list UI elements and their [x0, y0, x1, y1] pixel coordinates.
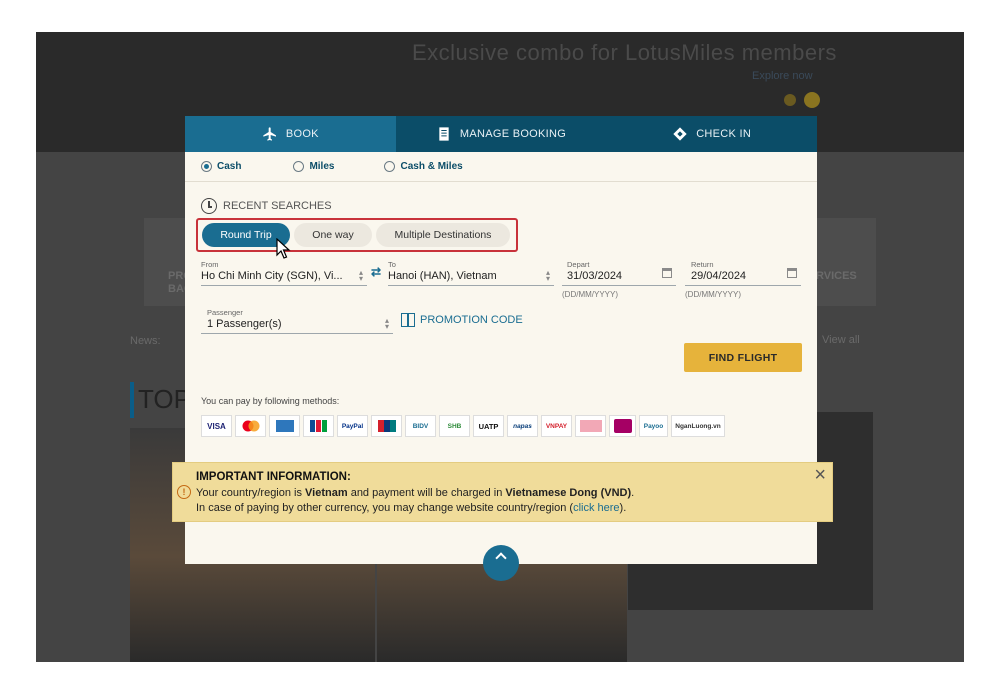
tab-manage-booking[interactable]: MANAGE BOOKING — [396, 116, 607, 152]
radio-label: Cash & Miles — [400, 161, 463, 172]
recent-searches[interactable]: RECENT SEARCHES — [201, 198, 332, 214]
news-label: News: — [130, 335, 161, 347]
swap-icon[interactable]: ⇄ — [371, 265, 381, 279]
booking-tabs: BOOK MANAGE BOOKING CHECK IN — [185, 116, 817, 152]
important-info-banner: × ! IMPORTANT INFORMATION: Your country/… — [172, 462, 833, 522]
vnpay-logo: VNPAY — [541, 415, 572, 437]
from-field[interactable]: From Ho Chi Minh City (SGN), Vi... ▴ ▾ — [201, 260, 367, 286]
trip-multi-destination-button[interactable]: Multiple Destinations — [376, 223, 510, 247]
depart-label: Depart — [567, 260, 590, 269]
promotion-code-link[interactable]: PROMOTION CODE — [401, 313, 523, 327]
gift-icon — [401, 313, 415, 327]
visa-logo: VISA — [201, 415, 232, 437]
updown-arrow-icon: ▴ ▾ — [384, 316, 389, 331]
depart-date-field[interactable]: Depart 31/03/2024 — [562, 260, 676, 286]
payment-cash-radio[interactable]: Cash — [201, 161, 241, 172]
mastercard-logo — [235, 415, 266, 437]
shb-logo: SHB — [439, 415, 470, 437]
notice-text: and payment will be charged in — [347, 487, 506, 499]
document-icon — [439, 127, 449, 141]
updown-arrow-icon: ▴ ▾ — [545, 268, 550, 283]
tab-label: CHECK IN — [696, 128, 752, 140]
radio-unselected-icon — [384, 161, 396, 172]
radio-label: Cash — [217, 161, 242, 172]
to-value: Hanoi (HAN), Vietnam — [388, 270, 497, 282]
tab-book[interactable]: BOOK — [185, 116, 396, 152]
calendar-icon — [787, 268, 797, 278]
payment-type-selector: Cash Miles Cash & Miles — [185, 152, 817, 182]
tab-check-in[interactable]: CHECK IN — [606, 116, 817, 152]
view-all-link: View all — [822, 334, 860, 346]
jcb-logo — [303, 415, 334, 437]
payment-methods-label: You can pay by following methods: — [201, 396, 340, 406]
return-format-hint: (DD/MM/YYYY) — [685, 290, 741, 299]
notice-text: Your country/region is — [196, 487, 306, 499]
calendar-icon — [662, 268, 672, 278]
amex-logo — [269, 415, 300, 437]
tab-label: MANAGE BOOKING — [459, 128, 567, 140]
change-region-link[interactable]: click here — [573, 502, 619, 514]
to-field[interactable]: To Hanoi (HAN), Vietnam ▴ ▾ — [388, 260, 554, 286]
trip-type-selector: Round Trip One way Multiple Destinations — [196, 218, 518, 252]
notice-text: In case of paying by other currency, you… — [196, 502, 574, 514]
return-label: Return — [691, 260, 714, 269]
hero-headline: Exclusive combo for LotusMiles members — [412, 40, 837, 65]
updown-arrow-icon: ▴ ▾ — [358, 268, 363, 283]
radio-label: Miles — [309, 161, 335, 172]
napas-logo: napas — [507, 415, 538, 437]
uatp-logo: UATP — [473, 415, 504, 437]
radio-unselected-icon — [293, 161, 305, 172]
notice-line-2: In case of paying by other currency, you… — [196, 502, 626, 514]
close-icon[interactable]: × — [814, 465, 826, 485]
bidv-logo: BIDV — [405, 415, 436, 437]
unionpay-logo — [371, 415, 402, 437]
clock-icon — [201, 198, 217, 214]
payment-miles-radio[interactable]: Miles — [293, 161, 334, 172]
paypal-logo: PayPal — [337, 415, 368, 437]
to-label: To — [388, 260, 396, 269]
find-flight-button[interactable]: FIND FLIGHT — [684, 343, 802, 372]
section-marker — [130, 382, 134, 418]
depart-format-hint: (DD/MM/YYYY) — [562, 290, 618, 299]
payoo-logo: Payoo — [639, 415, 668, 437]
passenger-value: 1 Passenger(s) — [207, 318, 282, 330]
notice-text: . — [631, 487, 635, 499]
service-label: RVICES — [816, 270, 857, 282]
info-icon: ! — [177, 485, 191, 499]
notice-country: Vietnam — [305, 487, 348, 499]
tab-label: BOOK — [285, 128, 319, 140]
carousel-dot — [804, 92, 820, 108]
promotion-code-label: PROMOTION CODE — [420, 314, 523, 326]
mouse-cursor-icon — [276, 238, 291, 259]
nganluong-logo: NganLuong.vn — [671, 415, 725, 437]
from-label: From — [201, 260, 219, 269]
carousel-dot — [784, 94, 796, 106]
service-card: RVICES — [816, 218, 876, 306]
notice-title: IMPORTANT INFORMATION: — [196, 471, 351, 483]
depart-value: 31/03/2024 — [567, 270, 623, 282]
notice-currency: Vietnamese Dong (VND) — [505, 487, 632, 499]
momo-logo — [609, 415, 636, 437]
hero-link: Explore now — [752, 70, 813, 82]
trip-one-way-button[interactable]: One way — [294, 223, 372, 247]
ticket-icon — [673, 127, 687, 141]
notice-text: ). — [619, 502, 627, 514]
payment-cash-miles-radio[interactable]: Cash & Miles — [384, 161, 463, 172]
payment-methods-list: VISA PayPal BIDV SHB UATP napas VNPAY Pa… — [201, 415, 725, 437]
radio-selected-icon — [201, 161, 212, 172]
recent-searches-label: RECENT SEARCHES — [223, 200, 332, 212]
notice-line-1: Your country/region is Vietnam and payme… — [196, 487, 634, 499]
service-card: PRO BAG — [144, 218, 192, 306]
return-value: 29/04/2024 — [691, 270, 747, 282]
vietcombank-logo — [575, 415, 606, 437]
scroll-up-button[interactable] — [483, 545, 519, 581]
passenger-label: Passenger — [207, 308, 243, 317]
return-date-field[interactable]: Return 29/04/2024 — [685, 260, 801, 286]
section-title: TOP — [138, 384, 191, 414]
passenger-field[interactable]: Passenger 1 Passenger(s) ▴ ▾ — [201, 308, 393, 334]
plane-icon — [263, 127, 276, 141]
from-value: Ho Chi Minh City (SGN), Vi... — [201, 270, 343, 282]
